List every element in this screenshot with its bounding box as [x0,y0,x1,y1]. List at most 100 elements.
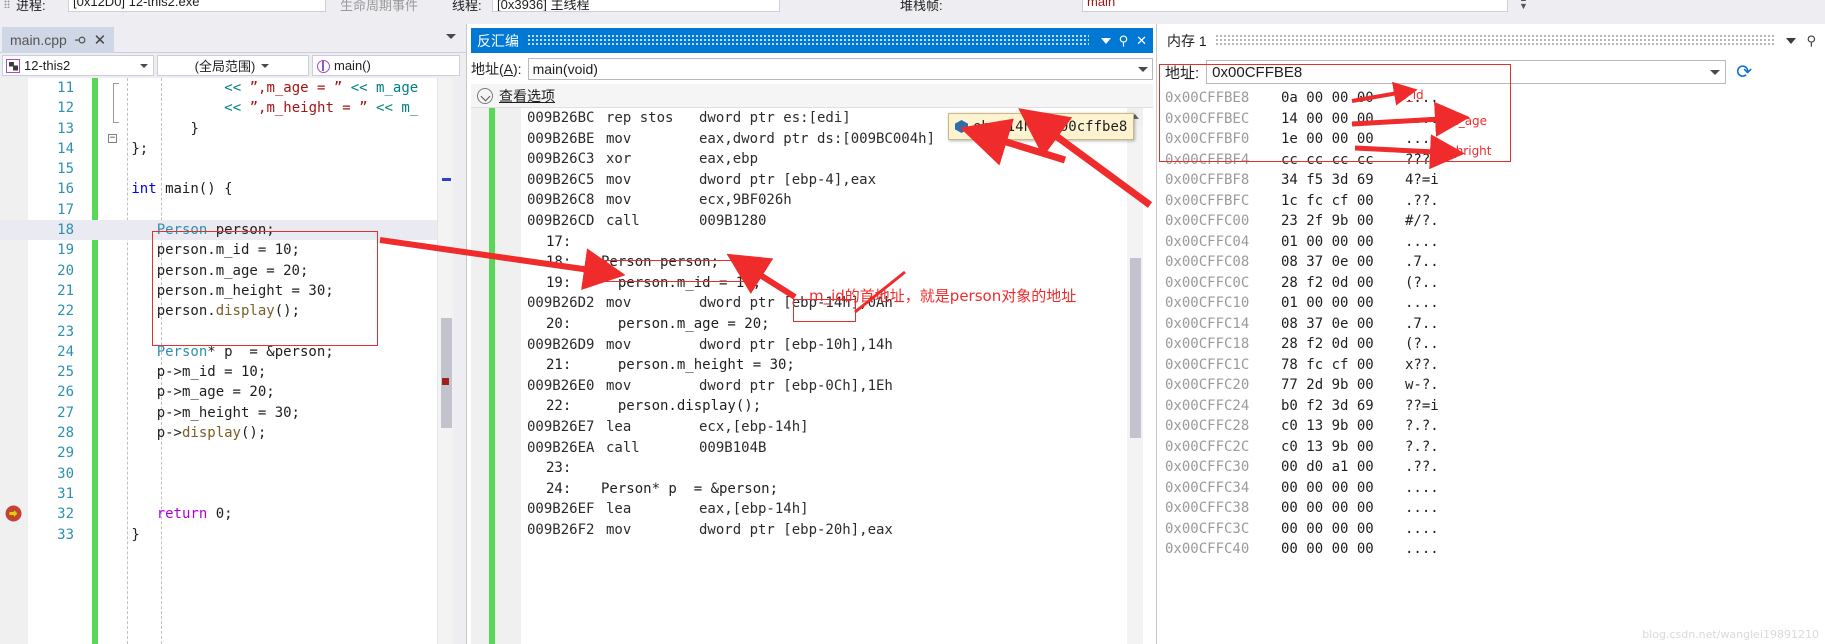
code-line[interactable]: 33} [0,525,466,545]
view-options-bar[interactable]: 查看选项 [471,84,1153,108]
memory-row[interactable]: 0x00CFFC04 01 00 00 00.... [1165,232,1825,253]
chevron-down-icon[interactable] [446,34,456,39]
disassembly-source-row[interactable]: 24: Person* p = &person; [471,479,1153,500]
memory-address-input[interactable]: 0x00CFFBE8 [1206,60,1727,84]
chevron-down-icon[interactable] [1710,69,1721,75]
debugger-datatip[interactable]: ebp-14h 0x00cffbe8 [948,113,1135,140]
refresh-icon[interactable]: ⟳ [1736,63,1752,82]
memory-row[interactable]: 0x00CFFC1C 78 fc cf 00 x??. [1165,355,1825,376]
process-combo[interactable]: [0x12D0] 12-this2.exe [68,0,326,12]
disassembly-instruction-row[interactable]: 009B26D9 mov dword ptr [ebp-10h],14h [471,335,1153,356]
code-line[interactable]: 31 [0,484,466,504]
memory-listing[interactable]: 0x00CFFBE8 0a 00 00 00.... 0x00CFFBEC 14 00… [1165,88,1825,644]
code-line[interactable]: 13} [0,119,466,139]
disassembly-source-row[interactable]: 17: [471,232,1153,253]
memory-row[interactable]: 0x00CFFBEC 14 00 00 00.... [1165,109,1825,130]
code-line[interactable]: 19 person.m_id = 10; [0,240,466,260]
disassembly-instruction-row[interactable]: 009B26C3 xor eax,ebp [471,149,1153,170]
titlebar-grip[interactable] [527,34,1089,47]
memory-row[interactable]: 0x00CFFC40 00 00 00 00.... [1165,539,1825,560]
collapse-toggle-main[interactable]: − [108,134,117,143]
toolbar-grip[interactable] [4,0,10,8]
disassembly-instruction-row[interactable]: 009B26CD call 009B1280 [471,211,1153,232]
project-selector[interactable]: 12-this2 [2,55,154,76]
code-line[interactable]: 21 person.m_height = 30; [0,281,466,301]
disassembly-instruction-row[interactable]: 009B26EF lea eax,[ebp-14h] [471,499,1153,520]
disassembly-source-row[interactable]: 22: person.display(); [471,396,1153,417]
chevron-down-icon[interactable] [1786,37,1797,44]
code-line[interactable]: 16 int main() { [0,179,466,199]
memory-row[interactable]: 0x00CFFC0C 28 f2 0d 00 (?.. [1165,273,1825,294]
code-line[interactable]: 22 person.display(); [0,301,466,321]
disassembly-instruction-row[interactable]: 009B26C5 mov dword ptr [ebp-4],eax [471,170,1153,191]
code-line[interactable]: 17 [0,200,466,220]
code-surface[interactable]: 11 << ”,m_age = ” << m_age 12 << ”,m_height… [0,78,466,644]
disassembly-source-row[interactable]: 21: person.m_height = 30; [471,355,1153,376]
disassembly-scrollbar-thumb[interactable] [1130,258,1141,438]
chevron-down-icon[interactable] [477,87,493,104]
code-line[interactable]: 25 p->m_id = 10; [0,362,466,382]
code-line[interactable]: 18 Person person; [0,220,466,241]
current-statement-icon[interactable] [5,505,22,522]
memory-row[interactable]: 0x00CFFC18 28 f2 0d 00 (?.. [1165,334,1825,355]
editor-scrollbar-thumb[interactable] [441,318,452,428]
memory-row[interactable]: 0x00CFFC10 01 00 00 00.... [1165,293,1825,314]
disassembly-source-row[interactable]: 23: [471,458,1153,479]
memory-row[interactable]: 0x00CFFC3C 00 00 00 00.... [1165,519,1825,540]
chevron-down-icon[interactable] [1138,66,1148,72]
code-line[interactable]: 26 p->m_age = 20; [0,382,466,402]
thread-combo[interactable]: [0x3936] 主线程 [492,0,780,12]
code-line[interactable]: 11 << ”,m_age = ” << m_age [0,78,466,98]
disassembly-listing[interactable]: 009B26BC rep stos dword ptr es:[edi] 009B26… [471,108,1153,644]
memory-row[interactable]: 0x00CFFBF0 1e 00 00 00.... [1165,129,1825,150]
code-line[interactable]: 28 p->display(); [0,423,466,443]
editor-scrollbar[interactable] [437,78,453,644]
chevron-down-icon[interactable] [1100,37,1111,44]
memory-row[interactable]: 0x00CFFC08 08 37 0e 00 .7.. [1165,252,1825,273]
memory-row[interactable]: 0x00CFFC24 b0 f2 3d 69 ??=i [1165,396,1825,417]
stackframe-combo[interactable]: main [1082,0,1508,12]
memory-row[interactable]: 0x00CFFC14 08 37 0e 00 .7.. [1165,314,1825,335]
memory-row[interactable]: 0x00CFFBE8 0a 00 00 00.... [1165,88,1825,109]
memory-row[interactable]: 0x00CFFC30 00 d0 a1 00.??. [1165,457,1825,478]
memory-row[interactable]: 0x00CFFC20 77 2d 9b 00 w-?. [1165,375,1825,396]
code-line[interactable]: 23 [0,322,466,342]
pin-icon[interactable]: ⚲ [73,36,87,45]
disassembly-instruction-row[interactable]: 009B26E0 mov dword ptr [ebp-0Ch],1Eh [471,376,1153,397]
code-line[interactable]: 12 << ”,m_height = ” << m_ [0,98,466,118]
function-selector[interactable]: main() [312,55,460,76]
memory-row[interactable]: 0x00CFFC00 23 2f 9b 00 #/?. [1165,211,1825,232]
close-icon[interactable]: ✕ [1136,34,1147,47]
code-line[interactable]: 32 return 0; [0,504,466,524]
disassembly-scrollbar[interactable] [1127,108,1143,644]
editor-splitter[interactable] [453,78,466,644]
code-line[interactable]: 27 p->m_height = 30; [0,403,466,423]
disassembly-instruction-row[interactable]: 009B26F2 mov dword ptr [ebp-20h],eax [471,520,1153,541]
code-line[interactable]: 20 person.m_age = 20; [0,261,466,281]
memory-row[interactable]: 0x00CFFBF4 cc cc cc cc???? [1165,150,1825,171]
memory-row[interactable]: 0x00CFFBFC 1c fc cf 00.??. [1165,191,1825,212]
disassembly-source-row[interactable]: 18: Person person; [471,252,1153,273]
memory-row[interactable]: 0x00CFFC38 00 00 00 00.... [1165,498,1825,519]
disassembly-instruction-row[interactable]: 009B26E7 lea ecx,[ebp-14h] [471,417,1153,438]
code-line[interactable]: 30 [0,464,466,484]
scope-selector[interactable]: (全局范围) [157,55,309,76]
toolbar-overflow-icon[interactable]: ▲▼ [1518,0,1529,12]
disassembly-instruction-row[interactable]: 009B26EA call 009B104B [471,438,1153,459]
disassembly-instruction-row[interactable]: 009B26C8 mov ecx,9BF026h [471,190,1153,211]
memory-row[interactable]: 0x00CFFC2C c0 13 9b 00?.?. [1165,437,1825,458]
address-input[interactable]: main(void) [527,58,1153,80]
memory-row[interactable]: 0x00CFFBF8 34 f5 3d 69 4?=i [1165,170,1825,191]
pin-icon[interactable]: ⚲ [1119,34,1129,47]
code-line[interactable]: 15 [0,159,466,179]
code-line[interactable]: 24 Person* p = &person; [0,342,466,362]
close-icon[interactable]: ✕ [94,33,107,48]
code-line[interactable]: 14}; [0,139,466,159]
code-line[interactable]: 29 [0,443,466,463]
tab-main-cpp[interactable]: main.cpp ⚲ ✕ [2,27,115,53]
disassembly-source-row[interactable]: 20: person.m_age = 20; [471,314,1153,335]
memory-row[interactable]: 0x00CFFC34 00 00 00 00.... [1165,478,1825,499]
pin-icon[interactable]: ⚲ [1806,33,1816,49]
memory-row[interactable]: 0x00CFFC28 c0 13 9b 00?.?. [1165,416,1825,437]
titlebar-grip[interactable] [1214,34,1775,47]
